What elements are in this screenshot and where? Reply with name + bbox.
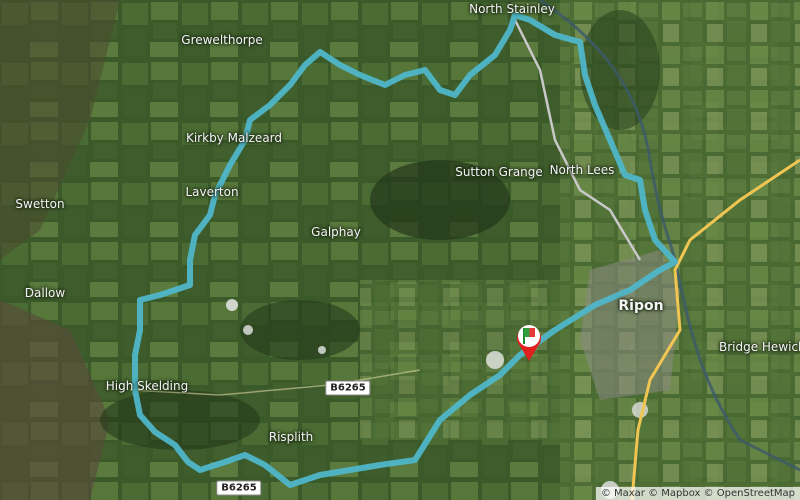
road-label-b6265: B6265 <box>325 380 371 396</box>
satellite-imagery <box>0 0 800 500</box>
place-risplith: Risplith <box>268 430 314 444</box>
road-label-b6265: B6265 <box>216 480 262 496</box>
flag-icon[interactable] <box>514 322 544 362</box>
place-high-skelding: High Skelding <box>105 379 189 393</box>
place-grewelthorpe: Grewelthorpe <box>181 33 263 47</box>
place-bridge-hewick: Bridge Hewick <box>718 340 800 354</box>
place-kirkby-malzeard: Kirkby Malzeard <box>185 131 283 145</box>
place-ripon: Ripon <box>618 298 664 314</box>
place-dallow: Dallow <box>24 286 66 300</box>
place-galphay: Galphay <box>311 225 361 239</box>
place-laverton: Laverton <box>185 185 239 199</box>
place-north-lees: North Lees <box>549 163 615 177</box>
place-swetton: Swetton <box>15 197 65 211</box>
place-sutton-grange: Sutton Grange <box>455 165 543 179</box>
map-view[interactable]: North Stainley Grewelthorpe Kirkby Malze… <box>0 0 800 500</box>
map-attribution[interactable]: © Maxar © Mapbox © OpenStreetMap <box>595 487 800 500</box>
place-north-stainley: North Stainley <box>469 2 555 16</box>
